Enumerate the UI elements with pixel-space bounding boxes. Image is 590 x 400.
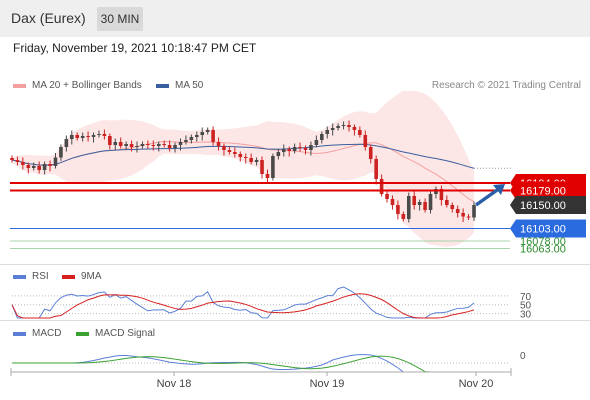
candle-body	[406, 196, 411, 219]
candle-body	[124, 144, 128, 146]
candle-body	[80, 136, 85, 138]
candle-body	[195, 135, 199, 137]
candle-body	[401, 214, 406, 219]
candle-body	[10, 158, 14, 160]
level-label: 16103.00	[520, 224, 566, 236]
rsi-level-label: 30	[520, 310, 532, 321]
candle-body	[325, 130, 330, 134]
level-label: 16150.00	[520, 200, 566, 212]
candle-body	[205, 130, 210, 132]
candle-body	[379, 179, 384, 194]
x-tick-label: Nov 18	[157, 378, 192, 390]
candle-body	[287, 149, 291, 151]
candle-body	[417, 202, 422, 205]
candle-body	[374, 159, 378, 179]
candle-body	[320, 134, 324, 140]
candle-body	[352, 127, 357, 130]
candle-body	[461, 213, 465, 217]
candle-body	[167, 145, 172, 148]
candle-body	[341, 125, 346, 126]
candle-body	[178, 142, 183, 145]
candle-body	[314, 140, 319, 145]
candle-body	[135, 146, 139, 147]
candle-body	[254, 160, 259, 162]
candle-body	[59, 147, 63, 158]
candle-body	[428, 194, 433, 210]
candle-body	[243, 157, 248, 158]
candle-body	[249, 158, 253, 162]
candle-body	[260, 160, 264, 174]
candle-body	[292, 147, 297, 151]
candle-body	[108, 136, 112, 145]
candle-body	[75, 135, 80, 138]
candle-body	[233, 152, 237, 154]
candle-body	[455, 209, 460, 213]
candle-body	[466, 216, 471, 218]
candle-body	[26, 165, 31, 168]
candle-body	[336, 126, 340, 128]
candle-body	[113, 142, 118, 145]
candle-body	[69, 135, 74, 139]
candle-body	[222, 146, 226, 150]
bollinger-band	[12, 90, 474, 247]
x-tick-label: Nov 20	[459, 378, 494, 390]
candle-body	[31, 166, 36, 168]
candle-body	[21, 162, 25, 165]
candle-body	[184, 140, 188, 142]
candle-body	[102, 134, 107, 136]
candle-body	[173, 145, 177, 148]
candle-body	[118, 142, 123, 146]
candle-body	[330, 128, 335, 130]
candle-body	[363, 135, 368, 147]
candle-body	[412, 196, 417, 205]
candle-body	[162, 144, 166, 145]
candle-body	[151, 145, 156, 146]
candle-body	[91, 135, 96, 137]
candle-body	[146, 144, 150, 145]
candle-body	[472, 205, 476, 218]
candle-body	[423, 202, 427, 210]
candle-body	[238, 154, 243, 157]
candle-body	[37, 166, 41, 170]
candle-body	[347, 125, 351, 127]
candle-body	[271, 156, 275, 178]
candle-body	[450, 205, 455, 209]
candle-body	[396, 205, 400, 214]
candle-body	[309, 145, 313, 150]
candle-body	[140, 144, 145, 146]
candle-body	[211, 130, 215, 142]
candle-body	[48, 164, 52, 166]
candle-body	[390, 199, 395, 205]
candle-body	[303, 148, 308, 150]
level-label: 16063.00	[520, 244, 566, 256]
rsi-ma-line	[11, 293, 475, 319]
macd-zero-label: 0	[520, 351, 526, 362]
candle-body	[42, 164, 47, 170]
candle-body	[298, 147, 302, 148]
candle-body	[156, 144, 161, 146]
x-tick-label: Nov 19	[310, 378, 345, 390]
price-chart[interactable]: 16194.0016179.0016150.0016103.0016078.00…	[0, 0, 590, 400]
candle-body	[129, 144, 134, 147]
candle-body	[15, 160, 20, 162]
candle-body	[64, 139, 69, 147]
candle-body	[53, 157, 58, 166]
level-label: 16179.00	[520, 186, 566, 198]
candle-body	[358, 130, 362, 135]
macd-signal-line	[12, 355, 474, 373]
candle-body	[86, 136, 90, 137]
candle-body	[368, 147, 373, 159]
candle-body	[216, 142, 221, 146]
candle-body	[227, 150, 232, 152]
candle-body	[200, 132, 205, 135]
candle-body	[445, 200, 449, 205]
candle-body	[97, 134, 101, 135]
candle-body	[265, 174, 270, 178]
candle-body	[281, 149, 286, 152]
candle-body	[385, 194, 389, 199]
candle-body	[189, 137, 194, 140]
candle-body	[276, 152, 281, 156]
